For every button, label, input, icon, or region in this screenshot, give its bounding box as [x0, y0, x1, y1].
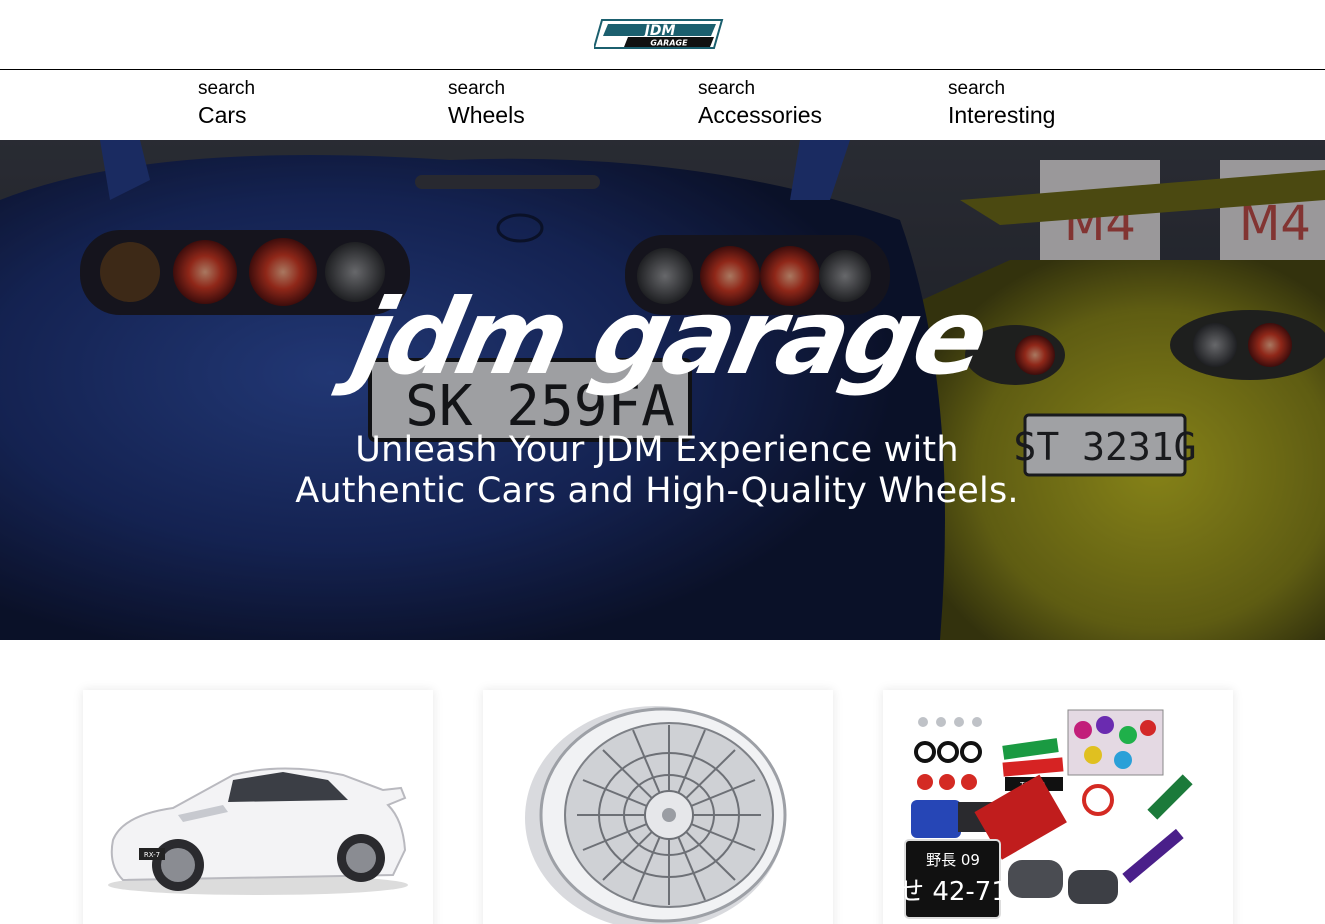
- hero-tagline-line: Authentic Cars and High-Quality Wheels.: [295, 471, 1019, 511]
- nav-item-prefix: search: [698, 78, 756, 99]
- nav-item-label: Accessories: [698, 102, 822, 128]
- logo-text: JDM: [642, 23, 676, 39]
- jdm-accessories-image: TAKATA 野長 09 せ 42-71: [898, 709, 1193, 919]
- main-nav: search Cars search Wheels search Accesso…: [0, 70, 1325, 140]
- mesh-wheel-image: [525, 706, 787, 924]
- category-card-wheels[interactable]: [483, 690, 833, 924]
- jp-plate-line2: せ 42-71: [898, 877, 1008, 907]
- jp-plate-line1: 野長 09: [926, 851, 980, 869]
- nav-item-label: Cars: [198, 102, 247, 128]
- category-card-cars[interactable]: RX-7: [83, 690, 433, 924]
- hero-tagline-line: Unleash Your JDM Experience with: [355, 430, 959, 470]
- jdm-garage-logo[interactable]: JDM GARAGE: [594, 16, 724, 52]
- category-card-accessories[interactable]: TAKATA 野長 09 せ 42-71: [883, 690, 1233, 924]
- hero-logo-text: jdm garage: [330, 278, 996, 398]
- hero-tagline: Unleash Your JDM Experience with Authent…: [212, 430, 1102, 512]
- nav-item-label: Wheels: [448, 102, 525, 128]
- hero-jdm-garage-logo: jdm garage: [330, 278, 996, 398]
- nav-item-interesting[interactable]: search Interesting: [948, 78, 1188, 130]
- site-header: JDM GARAGE: [0, 0, 1325, 70]
- hero-banner: M4 M4 ST 3231G SK 259FA jdm garage Unlea…: [0, 140, 1325, 640]
- nav-item-label: Interesting: [948, 102, 1056, 128]
- rx7-badge-text: RX-7: [144, 851, 160, 859]
- nav-item-prefix: search: [948, 78, 1006, 99]
- nav-item-prefix: search: [198, 78, 256, 99]
- nav-item-cars[interactable]: search Cars: [198, 78, 438, 130]
- logo-subtext: GARAGE: [650, 39, 688, 48]
- nav-item-prefix: search: [448, 78, 506, 99]
- nav-item-wheels[interactable]: search Wheels: [448, 78, 688, 130]
- white-rx7-car-image: RX-7: [108, 767, 408, 895]
- nav-item-accessories[interactable]: search Accessories: [698, 78, 938, 130]
